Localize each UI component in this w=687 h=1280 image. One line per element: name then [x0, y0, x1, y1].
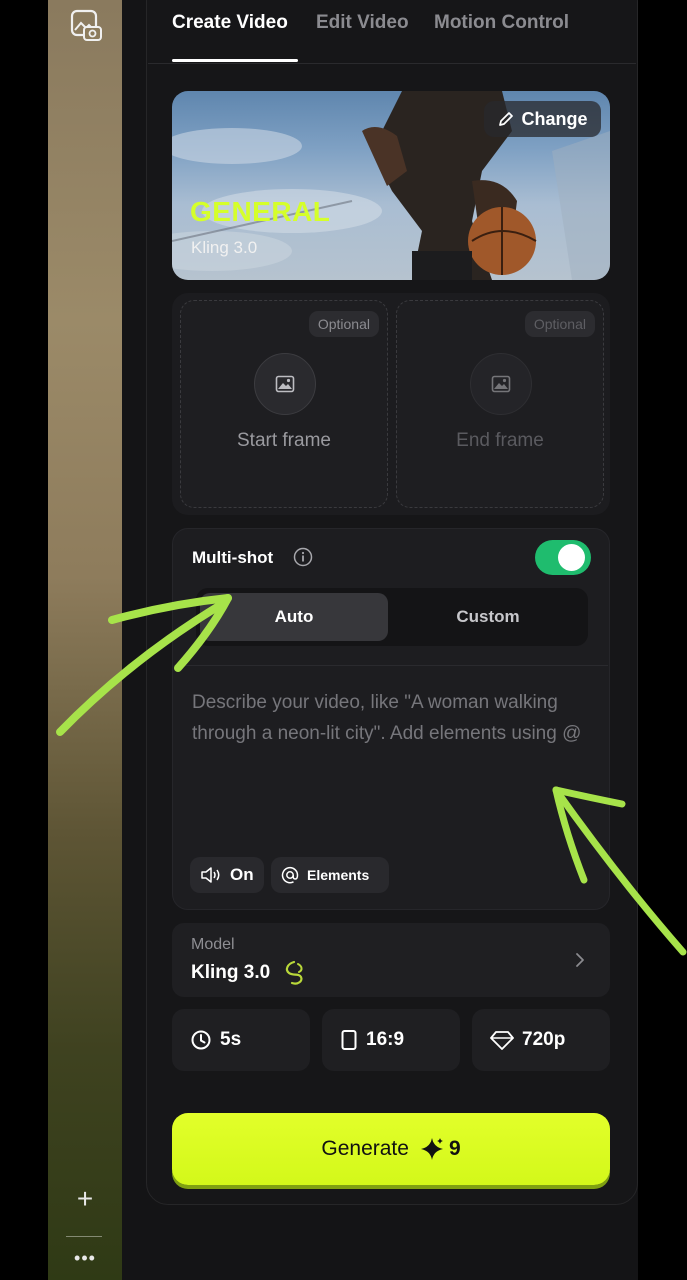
more-dots-icon[interactable]: •••	[70, 1248, 100, 1268]
tabs-divider	[148, 63, 636, 64]
model-name: Kling 3.0	[191, 962, 271, 983]
tab-edit-video[interactable]: Edit Video	[316, 12, 409, 34]
tab-motion-control[interactable]: Motion Control	[434, 12, 569, 34]
mode-custom-button[interactable]: Custom	[392, 593, 584, 641]
duration-value: 5s	[220, 1029, 242, 1050]
prompt-divider	[174, 665, 608, 666]
screen-edge-left	[0, 0, 48, 1280]
screen-edge-right	[638, 0, 687, 1280]
multishot-label: Multi-shot	[192, 548, 274, 567]
at-sign-icon	[281, 866, 299, 884]
model-caption: Model	[191, 936, 235, 953]
pencil-icon	[499, 112, 514, 126]
model-selector[interactable]	[172, 923, 610, 997]
generate-label: Generate	[321, 1137, 409, 1160]
image-icon	[470, 353, 532, 415]
change-label: Change	[521, 108, 588, 129]
plus-icon[interactable]: +	[72, 1185, 98, 1213]
resolution-value: 720p	[522, 1029, 566, 1050]
start-frame-upload[interactable]: Optional Start frame	[180, 300, 388, 508]
resolution-selector[interactable]: 720p	[472, 1009, 610, 1071]
ratio-value: 16:9	[366, 1029, 405, 1050]
change-model-button[interactable]: Change	[484, 101, 601, 137]
elements-label: Elements	[307, 867, 370, 883]
chevron-right-icon	[576, 953, 584, 967]
elements-chip[interactable]: Elements	[271, 857, 389, 893]
optional-badge: Optional	[524, 311, 595, 337]
photo-camera-icon[interactable]	[70, 8, 102, 42]
banner-subtitle: Kling 3.0	[191, 238, 258, 257]
sparkle-icon	[420, 1138, 443, 1160]
info-icon[interactable]	[293, 547, 313, 567]
start-frame-label: Start frame	[237, 430, 331, 451]
prompt-input[interactable]: Describe your video, like "A woman walki…	[192, 687, 592, 749]
optional-badge: Optional	[308, 311, 379, 337]
generate-button[interactable]: Generate 9	[172, 1113, 610, 1185]
aspect-ratio-selector[interactable]: 16:9	[322, 1009, 460, 1071]
diamond-icon	[490, 1031, 514, 1050]
mode-auto-button[interactable]: Auto	[200, 593, 388, 641]
left-rail	[48, 0, 122, 1280]
end-frame-upload[interactable]: Optional End frame	[396, 300, 604, 508]
end-frame-label: End frame	[456, 430, 544, 451]
aspect-ratio-icon	[341, 1030, 357, 1050]
sound-toggle-chip[interactable]: On	[190, 857, 264, 893]
active-tab-indicator	[172, 59, 298, 62]
duration-selector[interactable]: 5s	[172, 1009, 310, 1071]
kling-logo-icon	[285, 960, 303, 985]
credit-cost: 9	[419, 1136, 461, 1162]
speaker-icon	[201, 867, 220, 883]
credit-value: 9	[448, 1137, 461, 1160]
image-icon	[254, 353, 316, 415]
clock-icon	[191, 1030, 211, 1050]
sound-label: On	[230, 865, 254, 884]
toggle-knob	[558, 544, 585, 571]
rail-divider	[66, 1236, 102, 1237]
banner-title: GENERAL	[190, 196, 331, 227]
tab-create-video[interactable]: Create Video	[172, 12, 288, 34]
